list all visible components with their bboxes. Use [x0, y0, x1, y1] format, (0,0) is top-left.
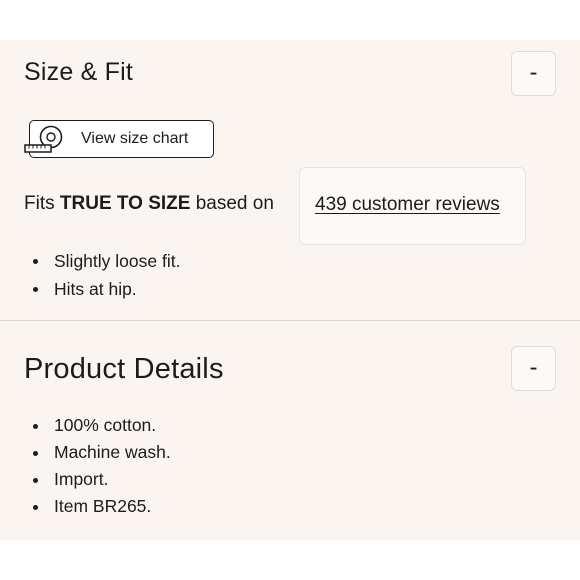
fit-value: TRUE TO SIZE	[59, 193, 191, 214]
reviews-link-box[interactable]: 439 customer reviews	[299, 167, 526, 245]
list-item: 100% cotton.	[24, 412, 171, 439]
section-divider	[0, 320, 580, 321]
size-chart-label: View size chart	[81, 130, 189, 147]
size-fit-collapse-button[interactable]: -	[511, 51, 556, 96]
list-item: Machine wash.	[24, 439, 171, 466]
view-size-chart-button[interactable]: View size chart	[24, 120, 214, 158]
fit-notes-list: Slightly loose fit. Hits at hip.	[24, 247, 180, 303]
product-info-panel: Size & Fit - View size chart Fits TRUE T…	[0, 40, 580, 540]
fit-prefix: Fits	[24, 193, 55, 214]
measuring-tape-icon	[24, 125, 63, 153]
fit-suffix: based on	[195, 193, 274, 214]
product-details-collapse-button[interactable]: -	[511, 346, 556, 391]
fit-summary: Fits TRUE TO SIZE based on	[24, 193, 274, 215]
list-item: Hits at hip.	[24, 275, 180, 303]
list-item: Item BR265.	[24, 493, 171, 520]
product-details-title: Product Details	[24, 353, 224, 385]
list-item: Slightly loose fit.	[24, 247, 180, 275]
list-item: Import.	[24, 466, 171, 493]
product-details-list: 100% cotton. Machine wash. Import. Item …	[24, 412, 171, 520]
size-fit-title: Size & Fit	[24, 58, 133, 86]
customer-reviews-link[interactable]: 439 customer reviews	[315, 194, 500, 216]
